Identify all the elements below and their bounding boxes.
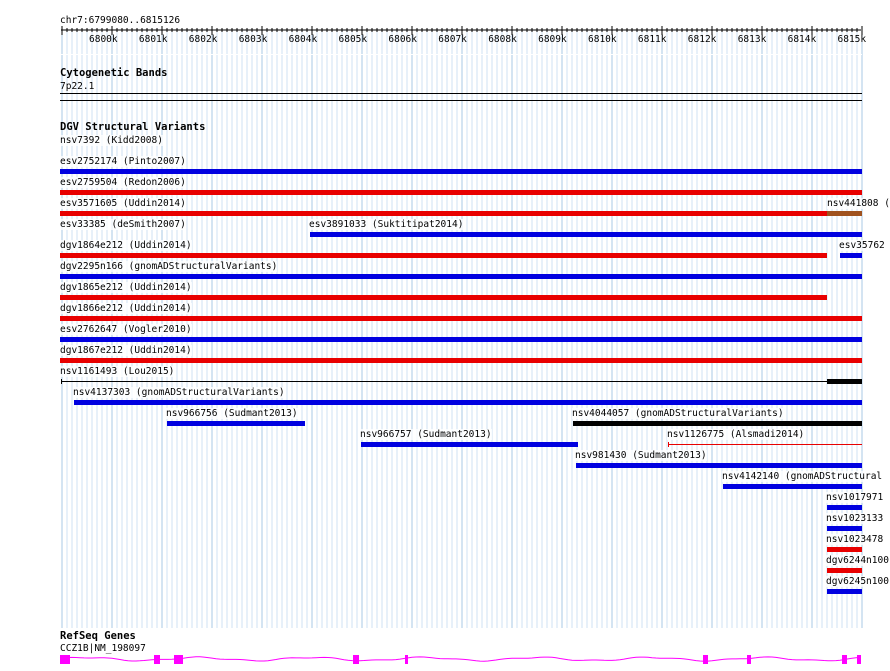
ruler-tick-label: 6801k — [138, 34, 168, 45]
dgv-feature-cap — [61, 379, 62, 384]
cytoband-bar[interactable] — [60, 93, 862, 94]
dgv-feature-label[interactable]: nsv966756 (Sudmant2013) — [166, 408, 298, 419]
gene-exon — [703, 655, 708, 664]
ruler-tick-label: 6807k — [438, 34, 467, 45]
gene-exon — [154, 655, 160, 664]
dgv-feature-bar[interactable] — [74, 400, 862, 405]
dgv-feature-label[interactable]: esv3571605 (Uddin2014) — [60, 198, 186, 209]
dgv-feature-bar[interactable] — [668, 444, 862, 445]
dgv-feature-label[interactable]: nsv441808 ( — [827, 198, 890, 209]
dgv-feature-label[interactable]: dgv6244n100 — [826, 555, 889, 566]
gene-exon — [405, 655, 408, 664]
ruler-tick-label: 6814k — [787, 34, 817, 45]
ruler-tick-label: 6813k — [737, 34, 767, 45]
refseq-gene-model[interactable] — [0, 652, 890, 668]
dgv-feature-bar[interactable] — [60, 295, 827, 300]
dgv-feature-bar[interactable] — [60, 253, 827, 258]
dgv-feature-label[interactable]: nsv966757 (Sudmant2013) — [360, 429, 492, 440]
ruler-tick-label: 6810k — [588, 34, 617, 45]
cytoband-track-title: Cytogenetic Bands — [60, 67, 168, 79]
dgv-feature-bar[interactable] — [723, 484, 862, 489]
ruler-tick-label: 6804k — [288, 34, 318, 45]
ruler-tick-label: 6809k — [538, 34, 567, 45]
dgv-feature-bar[interactable] — [60, 337, 862, 342]
dgv-feature-line[interactable] — [61, 381, 827, 382]
dgv-feature-label[interactable]: esv35762 — [839, 240, 885, 251]
dgv-feature-bar[interactable] — [573, 421, 862, 426]
refseq-track-title: RefSeq Genes — [60, 630, 136, 642]
dgv-feature-label[interactable]: dgv1867e212 (Uddin2014) — [60, 345, 192, 356]
dgv-feature-bar[interactable] — [60, 316, 862, 321]
dgv-feature-bar[interactable] — [840, 253, 862, 258]
dgv-feature-label[interactable]: nsv4137303 (gnomADStructuralVariants) — [73, 387, 285, 398]
track-separator — [60, 100, 862, 101]
gene-exon — [747, 655, 751, 664]
dgv-feature-label[interactable]: nsv1023133 — [826, 513, 884, 524]
dgv-feature-cap — [668, 442, 669, 447]
dgv-feature-bar[interactable] — [60, 190, 862, 195]
ruler-tick-label: 6815k — [837, 34, 867, 45]
ruler-tick-label: 6800k — [89, 34, 118, 45]
dgv-feature-label[interactable]: nsv981430 (Sudmant2013) — [575, 450, 707, 461]
dgv-track-title: DGV Structural Variants — [60, 121, 206, 133]
dgv-feature-bar[interactable] — [361, 442, 578, 447]
ruler-tick-label: 6811k — [637, 34, 667, 45]
ruler-tick-label: 6802k — [188, 34, 218, 45]
cytoband-label: 7p22.1 — [60, 81, 95, 92]
ruler-divider — [60, 54, 862, 55]
dgv-feature-label[interactable]: nsv1161493 (Lou2015) — [60, 366, 175, 377]
ruler-tick-label: 6808k — [488, 34, 517, 45]
dgv-feature-label[interactable]: dgv2295n166 (gnomADStructuralVariants) — [60, 261, 278, 272]
dgv-feature-bar[interactable] — [576, 463, 862, 468]
dgv-feature-bar[interactable] — [827, 211, 862, 216]
dgv-feature-bar[interactable] — [827, 589, 862, 594]
dgv-feature-label[interactable]: nsv1126775 (Alsmadi2014) — [667, 429, 805, 440]
ruler-tick-label: 6812k — [687, 34, 717, 45]
ruler-tick-label: 6806k — [388, 34, 417, 45]
dgv-feature-bar[interactable] — [167, 421, 305, 426]
dgv-feature-label[interactable]: esv2752174 (Pinto2007) — [60, 156, 186, 167]
gene-exon — [842, 655, 847, 664]
ruler-tick-label: 6803k — [238, 34, 268, 45]
dgv-feature-bar[interactable] — [827, 526, 862, 531]
dgv-feature-label[interactable]: dgv1864e212 (Uddin2014) — [60, 240, 192, 251]
dgv-feature-bar[interactable] — [60, 274, 862, 279]
gene-exon — [60, 655, 70, 664]
dgv-feature-bar[interactable] — [827, 568, 862, 573]
dgv-feature-bar[interactable] — [310, 232, 862, 237]
dgv-feature-label[interactable]: nsv1017971 — [826, 492, 884, 503]
dgv-feature-label[interactable]: nsv4142140 (gnomADStructural — [722, 471, 883, 482]
dgv-feature-label[interactable]: esv3891033 (Suktitipat2014) — [309, 219, 464, 230]
dgv-feature-bar[interactable] — [60, 211, 827, 216]
dgv-feature-label[interactable]: nsv4044057 (gnomADStructuralVariants) — [572, 408, 784, 419]
gene-exon — [174, 655, 183, 664]
ruler-tick-label: 6805k — [338, 34, 368, 45]
dgv-feature-label[interactable]: dgv1866e212 (Uddin2014) — [60, 303, 192, 314]
dgv-feature-bar[interactable] — [60, 169, 862, 174]
gene-exon — [353, 655, 359, 664]
dgv-feature-label[interactable]: dgv6245n100 — [826, 576, 889, 587]
dgv-feature-label[interactable]: dgv1865e212 (Uddin2014) — [60, 282, 192, 293]
dgv-feature-label[interactable]: nsv1023478 — [826, 534, 884, 545]
dgv-feature-label[interactable]: esv33385 (deSmith2007) — [60, 219, 186, 230]
genome-browser-view: chr7:6799080..6815126 6800k 6801k 6802k 680… — [0, 0, 890, 671]
dgv-feature-bar[interactable] — [827, 547, 862, 552]
dgv-feature-label[interactable]: esv2762647 (Vogler2010) — [60, 324, 192, 335]
dgv-feature-bar[interactable] — [60, 358, 862, 363]
dgv-feature-label[interactable]: nsv7392 (Kidd2008) — [60, 135, 163, 146]
dgv-feature-bar[interactable] — [827, 505, 862, 510]
gene-exon — [857, 655, 861, 664]
dgv-feature-label[interactable]: esv2759504 (Redon2006) — [60, 177, 186, 188]
dgv-feature-bar[interactable] — [827, 379, 862, 384]
